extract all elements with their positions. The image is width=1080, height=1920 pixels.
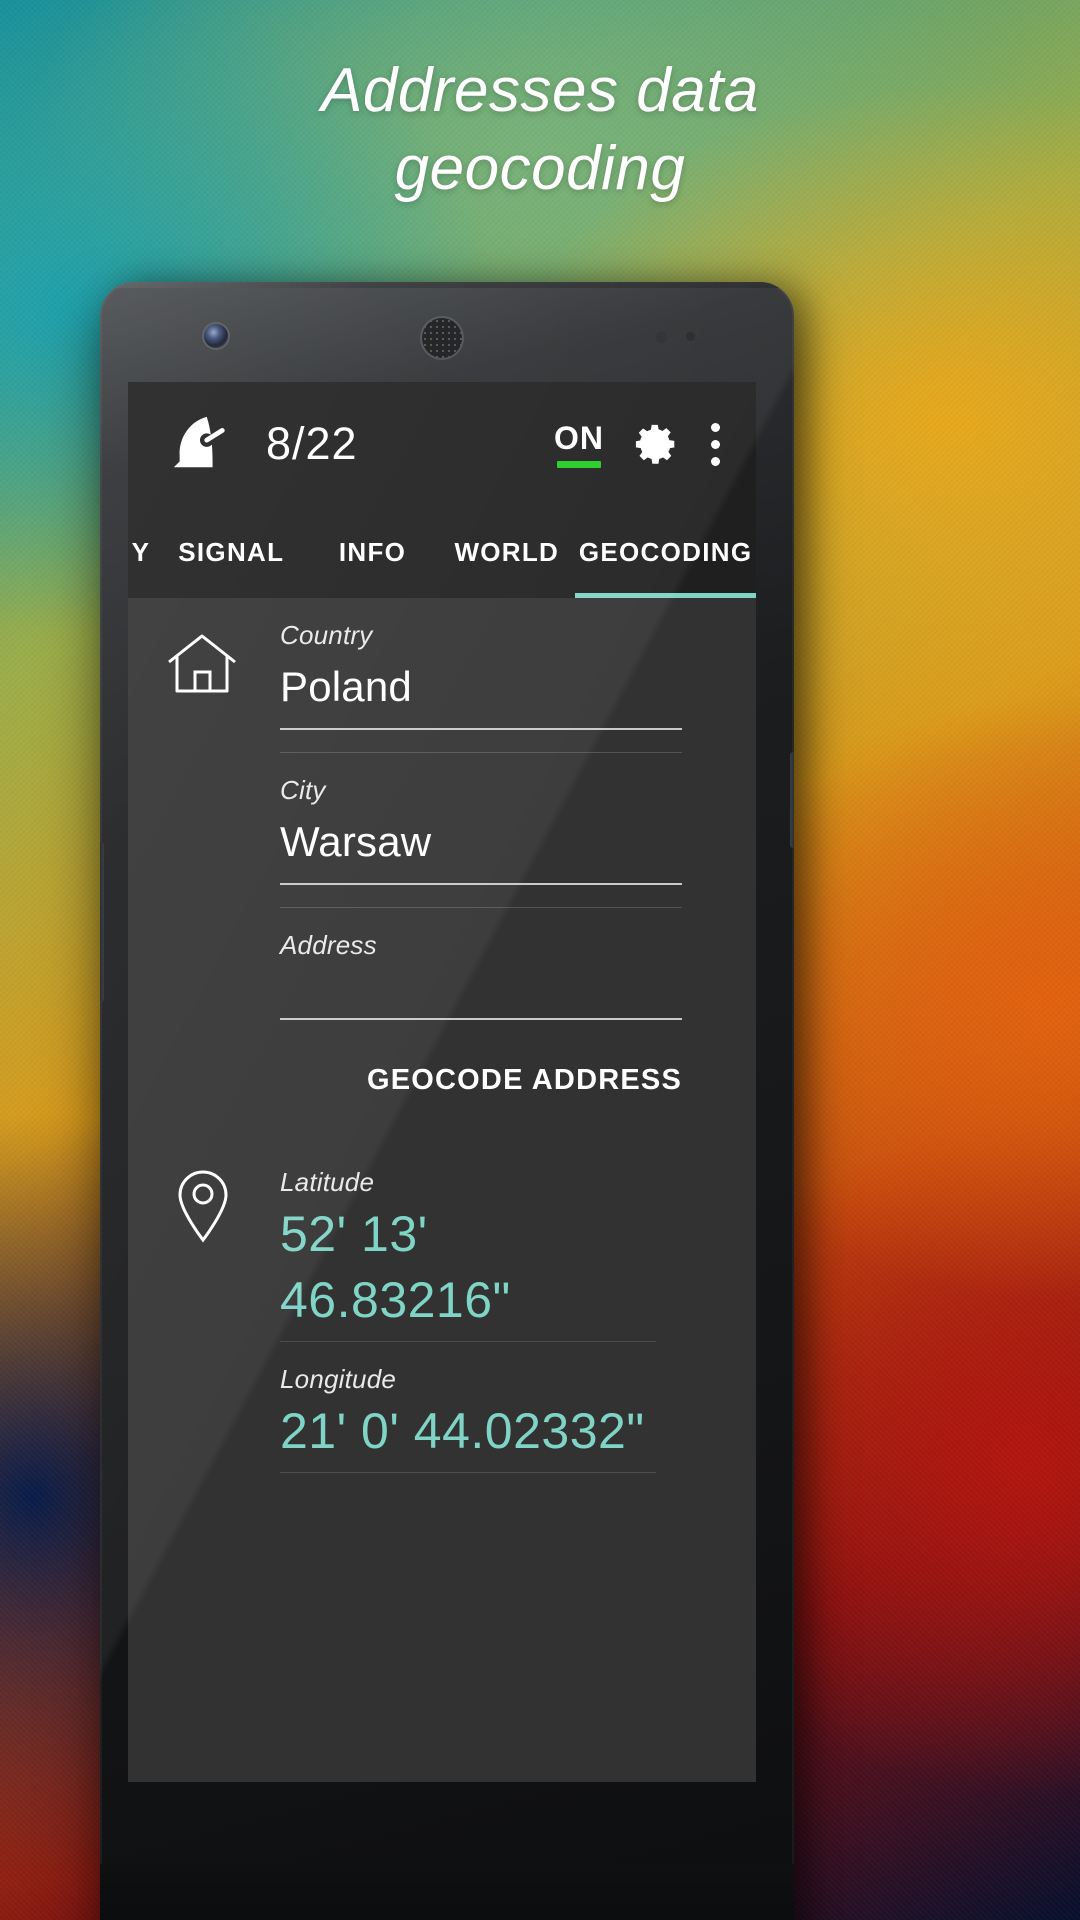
tab-bar: Y SIGNAL INFO WORLD GEOCODING [128,506,756,598]
device-top-bezel [100,282,794,384]
power-button[interactable] [790,752,794,848]
phone-screen: 8/22 ON Y SIGNAL INFO WORLD GEOCODING Co… [128,382,756,1782]
app-bar: 8/22 ON [128,382,756,506]
city-field[interactable]: City Warsaw [280,753,682,908]
country-field[interactable]: Country Poland [280,598,682,753]
headline-line-2: geocoding [394,134,686,203]
power-toggle[interactable]: ON [554,421,604,468]
home-icon [168,634,236,693]
device-bottom-bezel [100,1864,794,1920]
country-value[interactable]: Poland [280,650,682,728]
country-label: Country [280,620,373,650]
satellite-dish-icon [173,416,225,468]
earpiece-speaker-icon [422,318,462,358]
proximity-sensor-icon [656,332,667,343]
longitude-underline [280,1472,656,1473]
longitude-field: Longitude 21' 0' 44.02332" [280,1342,656,1473]
tab-partial[interactable]: Y [128,506,156,598]
power-toggle-indicator [557,460,601,468]
tab-signal[interactable]: SIGNAL [156,506,307,598]
address-label: Address [280,930,377,960]
overflow-menu-icon[interactable] [710,422,720,466]
address-field[interactable]: Address [280,908,682,1020]
headline-line-1: Addresses data [321,56,759,125]
geocode-address-button[interactable]: GEOCODE ADDRESS [367,1064,682,1097]
address-fields: Country Poland City Warsaw Address [280,598,756,1020]
address-underline [280,1018,682,1020]
longitude-value: 21' 0' 44.02332" [280,1403,645,1459]
latitude-label: Latitude [280,1167,375,1197]
latitude-field: Latitude 52' 13' 46.83216" [280,1145,656,1342]
longitude-label: Longitude [280,1364,397,1394]
volume-button[interactable] [100,842,104,1002]
coordinates-group: Latitude 52' 13' 46.83216" Longitude 21'… [128,1145,756,1473]
map-pin-icon [178,1170,228,1243]
geocode-button-row: GEOCODE ADDRESS [128,1020,756,1097]
city-value[interactable]: Warsaw [280,805,682,883]
device-top-bevel [100,282,794,288]
tab-world[interactable]: WORLD [438,506,575,598]
tab-info[interactable]: INFO [307,506,439,598]
satellite-counter: 8/22 [266,418,358,469]
phone-device-frame: 8/22 ON Y SIGNAL INFO WORLD GEOCODING Co… [100,282,794,1920]
overflow-dot-1 [710,422,720,432]
power-toggle-label: ON [554,419,604,456]
address-form-group: Country Poland City Warsaw Address [128,598,756,1020]
city-label: City [280,775,326,805]
coordinate-fields: Latitude 52' 13' 46.83216" Longitude 21'… [280,1145,756,1473]
geocoding-panel: Country Poland City Warsaw Address GEOCO… [128,598,756,1782]
promo-headline: Addresses data geocoding [0,52,1080,208]
overflow-dot-2 [710,439,720,449]
light-sensor-icon [686,332,695,341]
front-camera-icon [204,324,228,348]
gear-icon[interactable] [634,421,680,467]
country-underline [280,728,682,730]
address-value[interactable] [280,960,682,1018]
address-icon-gutter [128,598,280,1020]
coordinates-icon-gutter [128,1145,280,1473]
latitude-value: 52' 13' 46.83216" [280,1206,511,1328]
city-underline [280,883,682,885]
overflow-dot-3 [710,456,720,466]
tab-geocoding[interactable]: GEOCODING [575,506,756,598]
